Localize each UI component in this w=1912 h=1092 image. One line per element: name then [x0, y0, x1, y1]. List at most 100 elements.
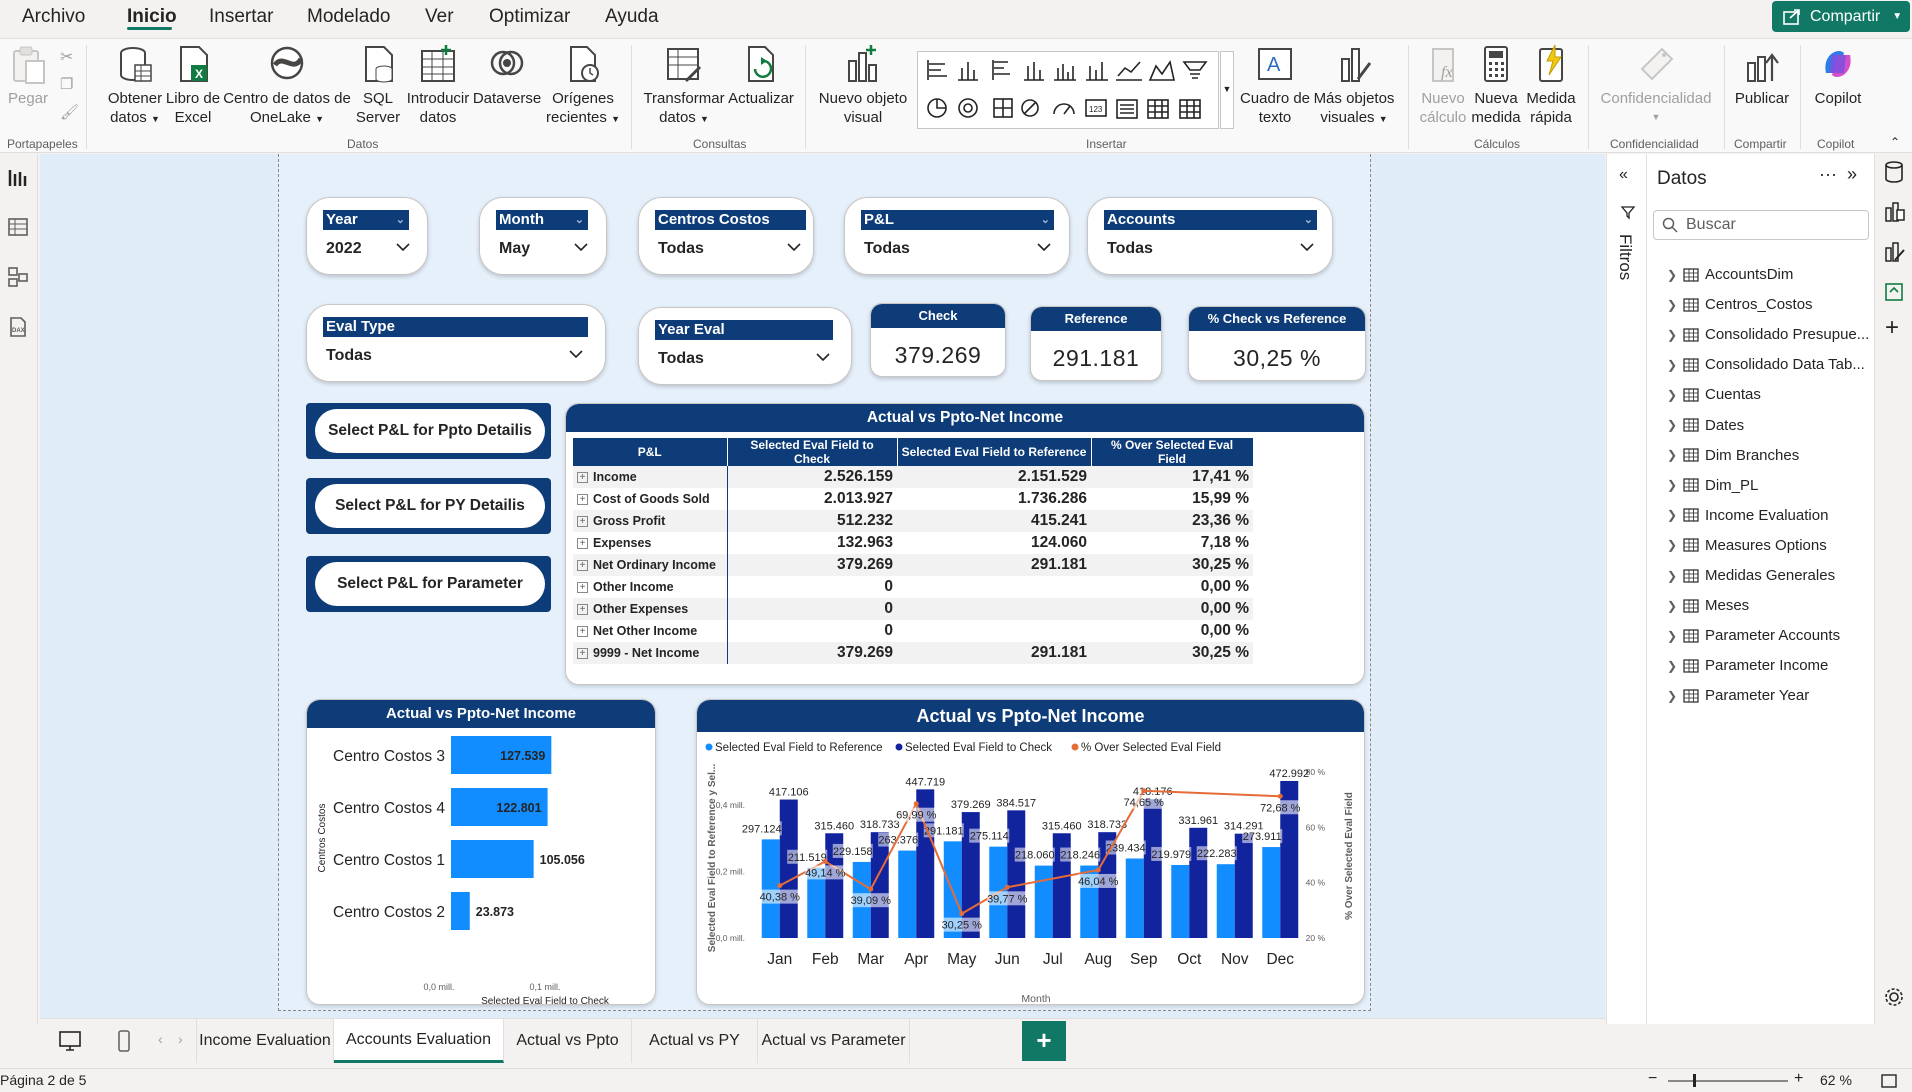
- field-table-item[interactable]: ❯ Meses: [1667, 597, 1749, 614]
- chevron-down-icon[interactable]: [1298, 238, 1316, 256]
- collapse-ribbon-icon[interactable]: ⌃: [1890, 135, 1900, 149]
- matrix-row[interactable]: + Income 2.526.159 2.151.529 17,41 %: [573, 466, 1253, 488]
- zoom-slider[interactable]: [1668, 1080, 1788, 1082]
- field-table-item[interactable]: ❯ Centros_Costos: [1667, 296, 1813, 313]
- add-pane-icon[interactable]: +: [1885, 314, 1899, 342]
- pct-point[interactable]: [913, 801, 919, 807]
- text-box-button[interactable]: A Cuadro de texto: [1238, 43, 1312, 127]
- field-table-item[interactable]: ❯ Parameter Income: [1667, 657, 1828, 674]
- expand-plus-icon[interactable]: +: [577, 472, 588, 484]
- bar-centro-costos[interactable]: [451, 840, 534, 878]
- enter-data-button[interactable]: Introducir datos: [404, 43, 472, 127]
- centros-costos-slicer[interactable]: Centros Costos Todas: [638, 197, 814, 275]
- bar-check[interactable]: [779, 799, 798, 938]
- field-table-item[interactable]: ❯ Parameter Accounts: [1667, 627, 1840, 644]
- transform-data-button[interactable]: Transformar datos ▼: [640, 43, 728, 129]
- recent-sources-button[interactable]: Orígenes recientes ▼: [546, 43, 620, 129]
- expand-plus-icon[interactable]: +: [577, 560, 588, 572]
- copilot-button[interactable]: Copilot: [1806, 43, 1870, 108]
- matrix-col-check[interactable]: Selected Eval Field to Check: [727, 438, 898, 466]
- expand-plus-icon[interactable]: +: [577, 648, 588, 660]
- share-button[interactable]: Compartir ▼: [1772, 1, 1910, 32]
- expand-plus-icon[interactable]: +: [577, 494, 588, 506]
- menu-ver[interactable]: Ver: [425, 6, 454, 28]
- chevron-down-icon[interactable]: [567, 345, 585, 363]
- menu-inicio[interactable]: Inicio: [127, 6, 177, 28]
- pct-point[interactable]: [1277, 793, 1283, 799]
- chevron-right-icon[interactable]: ❯: [1667, 298, 1677, 312]
- copy-icon[interactable]: ❐: [60, 75, 73, 93]
- tab-scroll-right-icon[interactable]: ›: [178, 1031, 183, 1047]
- chevron-right-icon[interactable]: ❯: [1667, 358, 1677, 372]
- format-painter-icon[interactable]: 🖌: [60, 103, 79, 121]
- mobile-layout-icon[interactable]: [116, 1029, 132, 1053]
- zoom-slider-thumb[interactable]: [1693, 1074, 1696, 1087]
- sql-server-button[interactable]: SQL Server: [352, 43, 404, 127]
- chevron-right-icon[interactable]: ❯: [1667, 478, 1677, 492]
- matrix-col-pct[interactable]: % Over Selected Eval Field: [1091, 438, 1254, 466]
- chevron-right-icon[interactable]: ❯: [1667, 388, 1677, 402]
- chevron-right-icon[interactable]: ❯: [1667, 629, 1677, 643]
- model-view-icon[interactable]: [7, 266, 29, 288]
- expand-plus-icon[interactable]: +: [577, 538, 588, 550]
- pct-point[interactable]: [959, 911, 965, 917]
- gallery-expand-button[interactable]: ▼: [1220, 51, 1234, 129]
- pct-point[interactable]: [1095, 867, 1101, 873]
- matrix-row[interactable]: + Net Other Income 0 0,00 %: [573, 620, 1253, 642]
- matrix-row[interactable]: + Other Income 0 0,00 %: [573, 576, 1253, 598]
- bar-check[interactable]: [1143, 799, 1162, 938]
- bar-check[interactable]: [1234, 833, 1253, 938]
- pct-point[interactable]: [777, 883, 783, 889]
- expand-plus-icon[interactable]: +: [577, 626, 588, 638]
- bar-reference[interactable]: [1171, 864, 1190, 938]
- pct-point[interactable]: [822, 858, 828, 864]
- collapse-pane-icon[interactable]: »: [1847, 164, 1857, 185]
- data-pane-icon[interactable]: [1883, 160, 1905, 184]
- onelake-button[interactable]: Centro de datos de OneLake ▼: [222, 43, 352, 129]
- pct-point[interactable]: [868, 886, 874, 892]
- menu-archivo[interactable]: Archivo: [22, 6, 85, 28]
- matrix-row[interactable]: + Net Ordinary Income 379.269 291.181 30,25 …: [573, 554, 1253, 576]
- new-measure-button[interactable]: Nueva medida: [1468, 43, 1524, 127]
- quick-measure-button[interactable]: Medida rápida: [1522, 43, 1580, 127]
- bar-reference[interactable]: [1125, 858, 1144, 938]
- matrix-row[interactable]: + Cost of Goods Sold 2.013.927 1.736.286 15,…: [573, 488, 1253, 510]
- more-options-icon[interactable]: ···: [1819, 164, 1837, 185]
- chevron-down-icon[interactable]: [814, 348, 832, 366]
- expand-plus-icon[interactable]: +: [577, 582, 588, 594]
- paste-button[interactable]: Pegar: [8, 43, 48, 108]
- menu-ayuda[interactable]: Ayuda: [605, 6, 659, 28]
- field-table-item[interactable]: ❯ AccountsDim: [1667, 266, 1793, 283]
- year-slicer[interactable]: Year ⌄ 2022: [306, 197, 428, 275]
- field-table-item[interactable]: ❯ Parameter Year: [1667, 687, 1809, 704]
- table-view-icon[interactable]: [7, 216, 29, 238]
- field-table-item[interactable]: ❯ Measures Options: [1667, 537, 1827, 554]
- bookmarks-icon[interactable]: [1883, 280, 1905, 304]
- get-data-button[interactable]: Obtener datos ▼: [104, 43, 166, 129]
- month-slicer[interactable]: Month ⌄ May: [479, 197, 607, 275]
- matrix-col-reference[interactable]: Selected Eval Field to Reference: [897, 438, 1092, 466]
- refresh-button[interactable]: Actualizar: [726, 43, 796, 108]
- tab-income-evaluation[interactable]: Income Evaluation: [196, 1019, 334, 1063]
- year-eval-slicer[interactable]: Year Eval Todas: [638, 307, 852, 385]
- dax-query-view-icon[interactable]: DAX: [7, 316, 29, 338]
- more-visuals-button[interactable]: Más objetos visuales ▼: [1308, 43, 1400, 129]
- bar-reference[interactable]: [898, 850, 917, 938]
- chevron-right-icon[interactable]: ❯: [1667, 599, 1677, 613]
- matrix-col-pl[interactable]: P&L: [573, 438, 728, 466]
- tab-actual-vs-ppto[interactable]: Actual vs Ppto: [504, 1019, 632, 1063]
- chevron-right-icon[interactable]: ❯: [1667, 268, 1677, 282]
- tab-accounts-evaluation[interactable]: Accounts Evaluation: [334, 1019, 504, 1063]
- matrix-row[interactable]: + Expenses 132.963 124.060 7,18 %: [573, 532, 1253, 554]
- matrix-row[interactable]: +9999 - Net Income 379.269 291.181 30,25 %: [573, 642, 1253, 664]
- bar-reference[interactable]: [1034, 865, 1053, 938]
- zoom-in-button[interactable]: +: [1794, 1070, 1803, 1088]
- accounts-slicer[interactable]: Accounts ⌄ Todas: [1087, 197, 1333, 275]
- format-visual-icon[interactable]: [1883, 240, 1905, 264]
- bar-reference[interactable]: [761, 839, 780, 938]
- dataverse-button[interactable]: Dataverse: [470, 43, 544, 108]
- sensitivity-button[interactable]: Confidencialidad ▼: [1596, 43, 1716, 127]
- pl-slicer[interactable]: P&L ⌄ Todas: [844, 197, 1070, 275]
- chevron-right-icon[interactable]: ❯: [1667, 328, 1677, 342]
- chevron-right-icon[interactable]: ❯: [1667, 448, 1677, 462]
